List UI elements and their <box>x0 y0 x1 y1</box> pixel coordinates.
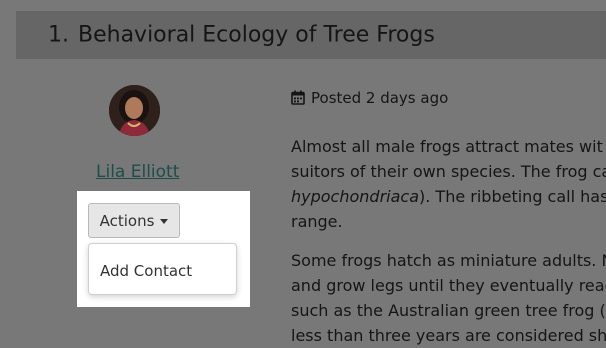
actions-button-label: Actions <box>99 211 155 230</box>
paragraph-line: such as the Australian green tree frog ( <box>291 301 606 320</box>
paragraph-line: and grow legs until they eventually reac <box>291 276 606 295</box>
caret-down-icon <box>160 219 169 224</box>
posted-date: Posted 2 days ago <box>311 89 449 107</box>
paragraph-line: hypochondriaca). The ribbeting call has <box>291 184 606 209</box>
calendar-icon <box>291 90 305 105</box>
paragraph-line: suitors of their own species. The frog c… <box>291 162 606 181</box>
actions-dropdown-button[interactable]: Actions <box>88 203 180 238</box>
paragraph-line: Almost all male frogs attract mates wit <box>291 137 603 156</box>
article-paragraph-2: Some frogs hatch as miniature adults. N … <box>291 248 606 348</box>
article-title: Behavioral Ecology of Tree Frogs <box>78 22 435 48</box>
actions-dropdown-menu: Add Contact <box>88 243 237 295</box>
species-name: hypochondriaca <box>291 187 420 206</box>
paragraph-line: Some frogs hatch as miniature adults. N <box>291 251 606 270</box>
paragraph-line-rest: ). The ribbeting call has <box>419 187 606 206</box>
avatar-image <box>109 85 160 136</box>
author-avatar[interactable] <box>109 85 160 136</box>
author-name-link[interactable]: Lila Elliott <box>96 162 179 182</box>
article-paragraph-1: Almost all male frogs attract mates wit … <box>291 134 606 234</box>
menu-item-add-contact[interactable]: Add Contact <box>100 262 192 280</box>
paragraph-line: range. <box>291 212 343 231</box>
article-number: 1. <box>48 22 69 48</box>
paragraph-line: less than three years are considered sh <box>291 326 606 345</box>
